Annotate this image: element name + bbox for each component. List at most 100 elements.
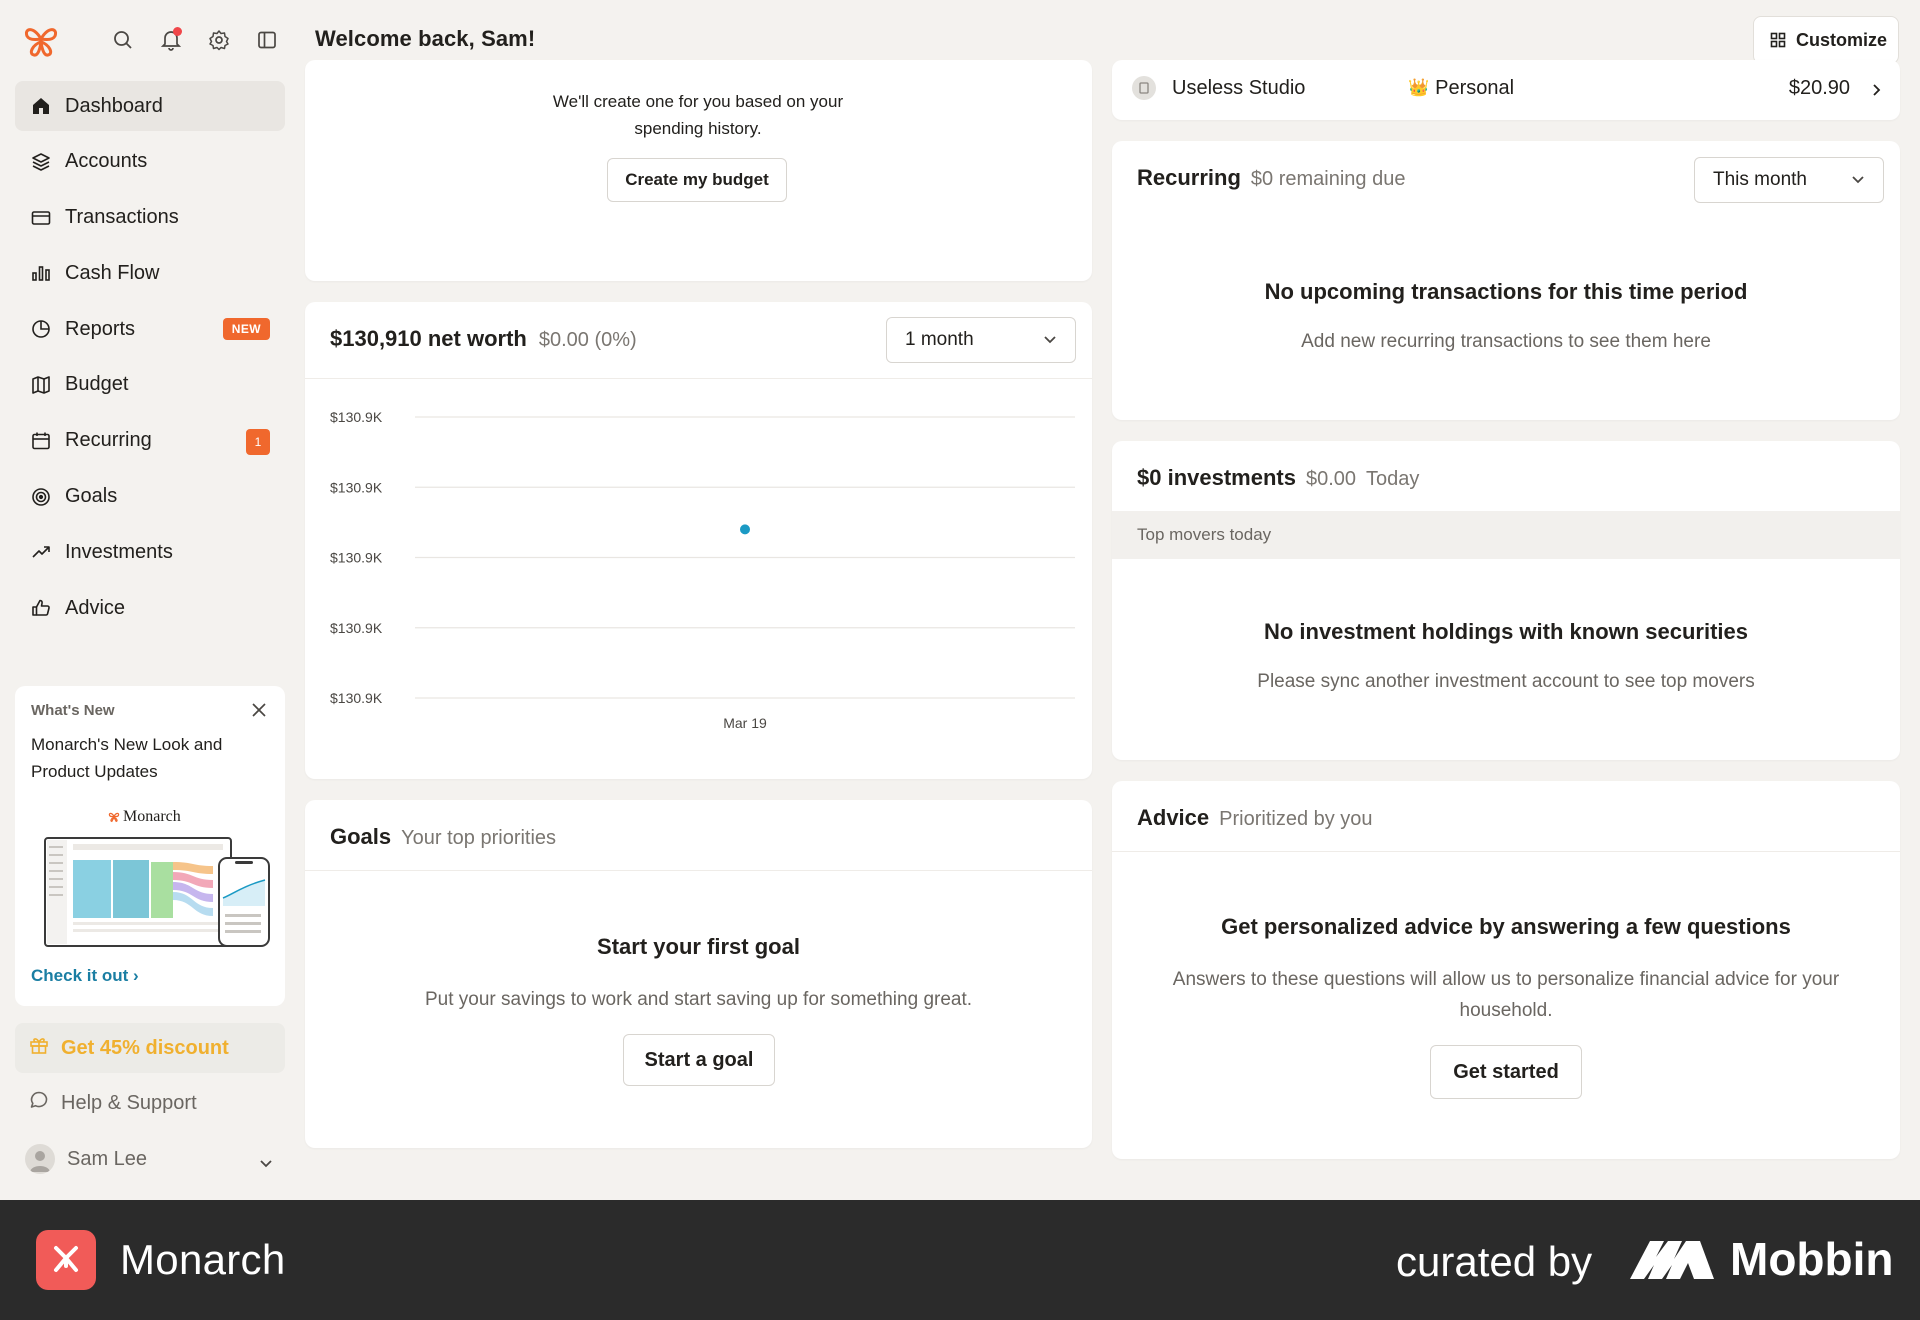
net-worth-change: $0.00 (0%) bbox=[538, 329, 637, 351]
start-goal-button[interactable]: Start a goal bbox=[623, 1034, 775, 1086]
x-tick-label: Mar 19 bbox=[723, 715, 767, 731]
map-icon bbox=[29, 373, 53, 397]
investments-empty-title: No investment holdings with known securi… bbox=[1263, 619, 1749, 644]
check-it-out-link[interactable]: Check it out › bbox=[31, 966, 139, 986]
sidebar-item-label: Transactions bbox=[65, 206, 179, 229]
data-point[interactable] bbox=[738, 522, 752, 537]
notification-dot bbox=[173, 27, 182, 36]
investments-card: $0 investments $0.00 Today Top movers to… bbox=[1112, 441, 1900, 760]
recurring-period-select[interactable]: This month bbox=[1694, 157, 1884, 203]
advice-subtitle: Prioritized by you bbox=[1219, 808, 1373, 830]
home-icon bbox=[29, 94, 53, 118]
create-budget-button[interactable]: Create my budget bbox=[607, 158, 787, 202]
net-worth-range-select[interactable]: 1 month bbox=[886, 317, 1076, 363]
footer-app-name: Monarch bbox=[120, 1236, 286, 1283]
chevron-down-icon bbox=[1043, 329, 1057, 351]
sidebar-item-label: Reports bbox=[65, 317, 136, 340]
sidebar-item-goals[interactable]: Goals bbox=[15, 472, 285, 522]
sidebar-item-dashboard[interactable]: Dashboard bbox=[15, 81, 285, 131]
range-value: 1 month bbox=[905, 329, 974, 350]
new-badge: NEW bbox=[222, 318, 270, 341]
advice-card: Advice Prioritized by you Get personaliz… bbox=[1112, 781, 1900, 1159]
search-icon[interactable] bbox=[110, 26, 136, 54]
sidebar-item-label: Accounts bbox=[65, 150, 148, 173]
recurring-title: Recurring bbox=[1137, 165, 1241, 190]
transaction-row[interactable]: Useless Studio 👑 Personal $20.90 bbox=[1132, 68, 1902, 108]
mobbin-name: Mobbin bbox=[1730, 1233, 1894, 1285]
layers-icon bbox=[29, 150, 53, 174]
whats-new-card: What's New Monarch's New Look and Produc… bbox=[15, 686, 285, 1006]
sidebar-item-reports[interactable]: Reports NEW bbox=[15, 304, 285, 354]
sidebar-item-recurring[interactable]: Recurring 1 bbox=[15, 416, 285, 466]
get-started-label: Get started bbox=[1453, 1060, 1559, 1083]
budget-card: We'll create one for you based on your s… bbox=[305, 60, 1092, 281]
mobbin-logo: Mobbin bbox=[1628, 1232, 1894, 1286]
create-budget-label: Create my budget bbox=[625, 170, 769, 189]
discount-button[interactable]: Get 45% discount bbox=[15, 1023, 285, 1073]
sidebar-item-label: Budget bbox=[65, 373, 129, 396]
merchant-name: Useless Studio bbox=[1172, 76, 1306, 99]
whats-new-heading: What's New bbox=[31, 702, 115, 719]
divider bbox=[305, 378, 1092, 379]
grid-icon bbox=[1770, 32, 1786, 48]
sidebar-item-label: Investments bbox=[65, 540, 173, 563]
sidebar-item-label: Advice bbox=[65, 596, 126, 619]
net-worth-chart: $130.9K $130.9K $130.9K $130.9K $130.9K Mar 1… bbox=[330, 409, 1075, 731]
close-icon[interactable] bbox=[251, 702, 269, 720]
bell-icon[interactable] bbox=[158, 26, 184, 54]
check-it-out-label: Check it out bbox=[31, 966, 129, 985]
sidebar-item-transactions[interactable]: Transactions bbox=[15, 193, 285, 243]
bar-chart-icon bbox=[29, 261, 53, 285]
mobbin-logo-icon bbox=[1630, 1241, 1714, 1279]
sidebar-toggle-icon[interactable] bbox=[254, 26, 280, 54]
calendar-icon bbox=[29, 429, 53, 453]
help-support-button[interactable]: Help & Support bbox=[15, 1078, 285, 1128]
recurring-empty-text: Add new recurring transactions to see th… bbox=[1301, 331, 1711, 352]
merchant-logo-icon bbox=[1132, 76, 1156, 100]
y-tick-label: $130.9K bbox=[330, 409, 383, 425]
user-name: Sam Lee bbox=[67, 1147, 148, 1170]
sidebar-item-label: Cash Flow bbox=[65, 261, 160, 284]
sidebar-item-investments[interactable]: Investments bbox=[15, 527, 285, 577]
top-movers-header: Top movers today bbox=[1112, 511, 1900, 559]
footer-banner: Monarch curated by Mobbin bbox=[0, 1200, 1920, 1320]
page-title: Welcome back, Sam! bbox=[315, 26, 536, 51]
period-value: This month bbox=[1713, 169, 1807, 190]
goals-card: Goals Your top priorities Start your fir… bbox=[305, 800, 1092, 1148]
goals-empty-title: Start your first goal bbox=[597, 934, 800, 959]
monarch-logo-icon[interactable] bbox=[22, 22, 60, 60]
budget-empty-text: We'll create one for you based on your s… bbox=[552, 92, 844, 138]
help-label: Help & Support bbox=[61, 1091, 197, 1114]
chevron-down-icon bbox=[1851, 169, 1865, 191]
get-started-button[interactable]: Get started bbox=[1430, 1045, 1582, 1099]
sidebar-nav: Dashboard Accounts Transactions Cash Flo… bbox=[15, 81, 285, 639]
recurring-subtitle: $0 remaining due bbox=[1250, 168, 1406, 190]
goals-title: Goals bbox=[330, 824, 392, 849]
customize-button[interactable]: Customize bbox=[1753, 16, 1899, 64]
whats-new-title: Monarch's New Look and Product Updates bbox=[31, 735, 223, 781]
user-menu[interactable]: Sam Lee bbox=[15, 1134, 285, 1184]
monarch-mini-logo-icon bbox=[108, 812, 120, 823]
net-worth-card: $130,910 net worth $0.00 (0%) 1 month $1… bbox=[305, 302, 1092, 779]
sidebar-item-label: Dashboard bbox=[65, 94, 163, 117]
whats-new-brand-label: Monarch bbox=[123, 808, 181, 825]
gear-icon[interactable] bbox=[206, 26, 232, 54]
discount-label: Get 45% discount bbox=[61, 1036, 229, 1059]
sidebar-item-label: Recurring bbox=[65, 429, 152, 452]
pie-chart-icon bbox=[29, 317, 53, 341]
advice-title: Advice bbox=[1137, 805, 1210, 830]
sidebar-item-cash-flow[interactable]: Cash Flow bbox=[15, 248, 285, 298]
whats-new-brand: Monarch bbox=[108, 808, 181, 826]
credit-card-icon bbox=[29, 206, 53, 230]
sidebar-item-accounts[interactable]: Accounts bbox=[15, 137, 285, 187]
advice-empty-text: Answers to these questions will allow us… bbox=[1172, 969, 1840, 1021]
y-tick-label: $130.9K bbox=[330, 479, 383, 495]
curated-by-label: curated by bbox=[1396, 1238, 1593, 1285]
category-emoji: 👑 bbox=[1408, 78, 1430, 97]
chevron-right-icon: › bbox=[133, 966, 139, 985]
sidebar-item-advice[interactable]: Advice bbox=[15, 583, 285, 633]
sidebar-item-budget[interactable]: Budget bbox=[15, 360, 285, 410]
investments-value: $0.00 bbox=[1305, 468, 1357, 490]
avatar bbox=[25, 1144, 55, 1174]
target-icon bbox=[29, 485, 53, 509]
